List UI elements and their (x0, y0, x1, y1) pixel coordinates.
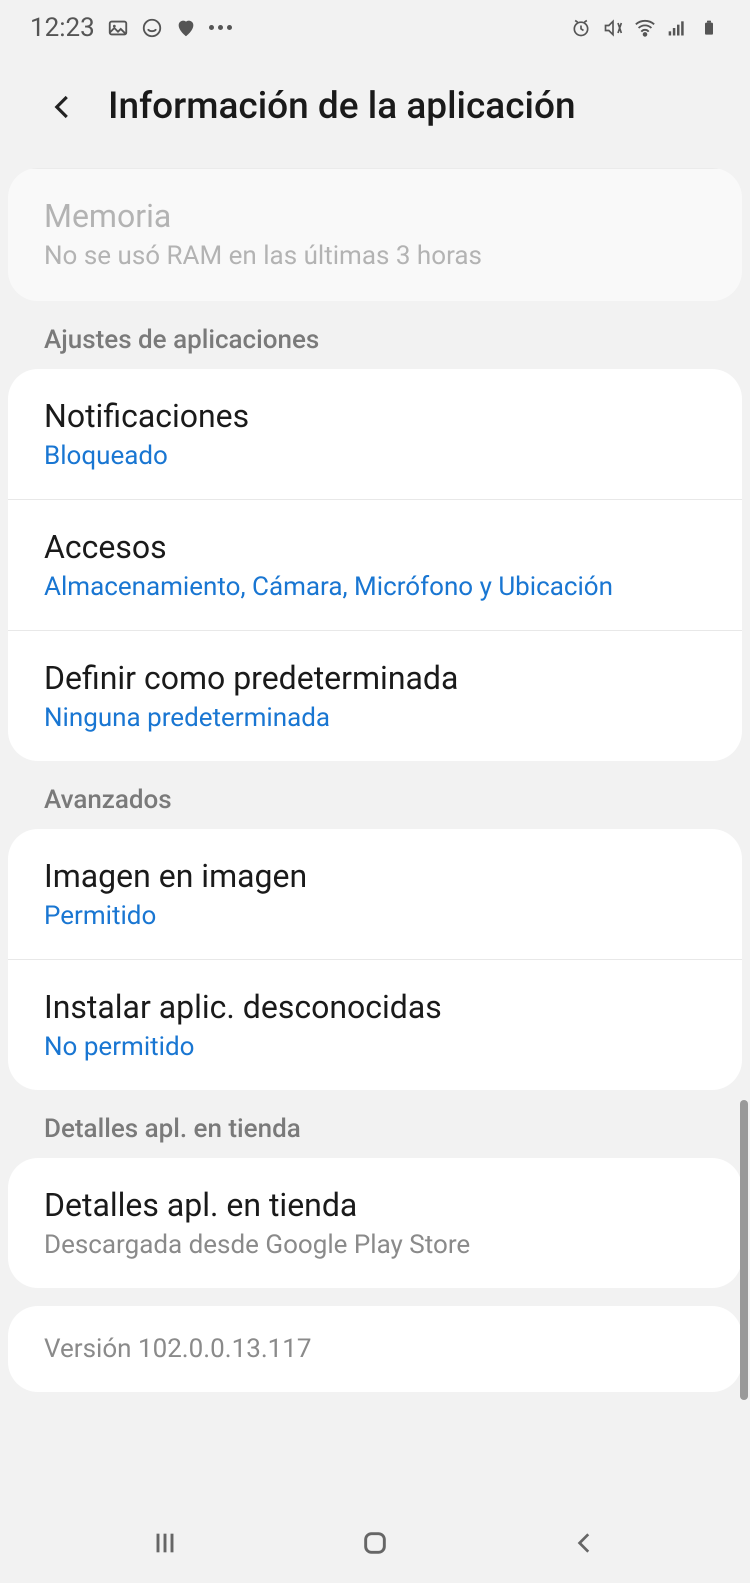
whatsapp-icon (141, 17, 163, 39)
more-dots-icon (209, 25, 232, 30)
advanced-card: Imagen en imagen Permitido Instalar apli… (8, 829, 742, 1090)
item-title: Accesos (44, 528, 706, 566)
memory-title: Memoria (44, 197, 706, 235)
section-header-app-settings: Ajustes de aplicaciones (0, 301, 750, 369)
memory-card: Memoria No se usó RAM en las últimas 3 h… (8, 168, 742, 301)
battery-icon (698, 17, 720, 39)
nav-back-button[interactable] (570, 1528, 600, 1558)
wifi-icon (634, 17, 656, 39)
item-subtitle: Bloqueado (44, 441, 706, 471)
memory-item[interactable]: Memoria No se usó RAM en las últimas 3 h… (8, 168, 742, 301)
status-bar: 12:23 (0, 0, 750, 55)
notifications-item[interactable]: Notificaciones Bloqueado (8, 369, 742, 499)
store-card: Detalles apl. en tienda Descargada desde… (8, 1158, 742, 1288)
item-subtitle: Almacenamiento, Cámara, Micrófono y Ubic… (44, 572, 706, 602)
heart-icon (175, 17, 197, 39)
item-title: Definir como predeterminada (44, 659, 706, 697)
item-title: Notificaciones (44, 397, 706, 435)
unknown-apps-item[interactable]: Instalar aplic. desconocidas No permitid… (8, 959, 742, 1090)
header: Información de la aplicación (0, 55, 750, 168)
image-icon (107, 17, 129, 39)
app-settings-card: Notificaciones Bloqueado Accesos Almacen… (8, 369, 742, 761)
pip-item[interactable]: Imagen en imagen Permitido (8, 829, 742, 959)
section-header-store: Detalles apl. en tienda (0, 1090, 750, 1158)
section-header-advanced: Avanzados (0, 761, 750, 829)
version-card: Versión 102.0.0.13.117 (8, 1306, 742, 1392)
mute-icon (602, 17, 624, 39)
recents-button[interactable] (150, 1528, 180, 1558)
item-subtitle: No permitido (44, 1032, 706, 1062)
memory-subtitle: No se usó RAM en las últimas 3 horas (44, 241, 706, 271)
status-left: 12:23 (30, 13, 232, 43)
home-button[interactable] (360, 1528, 390, 1558)
store-details-item[interactable]: Detalles apl. en tienda Descargada desde… (8, 1158, 742, 1288)
status-time: 12:23 (30, 13, 95, 43)
version-text: Versión 102.0.0.13.117 (44, 1334, 706, 1364)
navigation-bar (0, 1503, 750, 1583)
back-button[interactable] (48, 92, 78, 122)
page-title: Información de la aplicación (108, 85, 576, 128)
status-right (570, 17, 720, 39)
default-item[interactable]: Definir como predeterminada Ninguna pred… (8, 630, 742, 761)
alarm-icon (570, 17, 592, 39)
item-title: Instalar aplic. desconocidas (44, 988, 706, 1026)
item-subtitle: Permitido (44, 901, 706, 931)
item-subtitle: Ninguna predeterminada (44, 703, 706, 733)
item-subtitle: Descargada desde Google Play Store (44, 1230, 706, 1260)
permissions-item[interactable]: Accesos Almacenamiento, Cámara, Micrófon… (8, 499, 742, 630)
item-title: Detalles apl. en tienda (44, 1186, 706, 1224)
item-title: Imagen en imagen (44, 857, 706, 895)
signal-icon (666, 17, 688, 39)
scrollbar[interactable] (740, 1100, 748, 1400)
